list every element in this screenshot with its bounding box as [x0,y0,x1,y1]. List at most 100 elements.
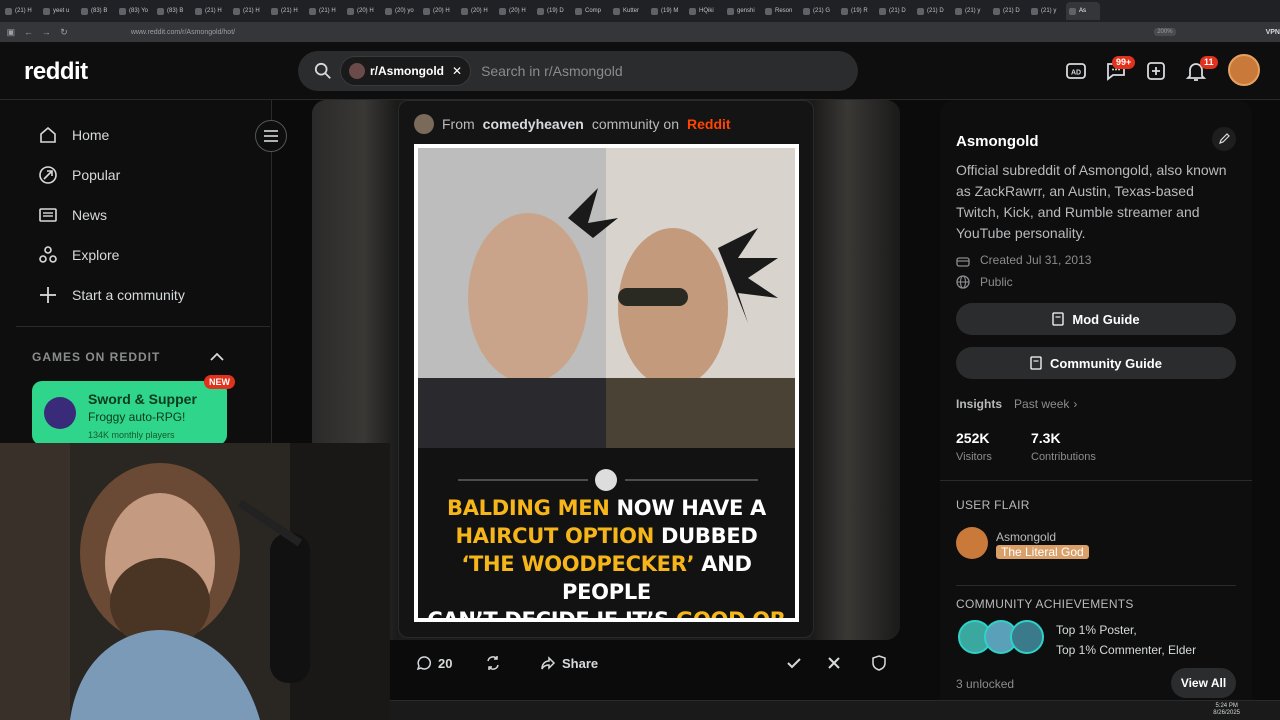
address-bar-row: ▣ ← → ↻ www.reddit.com/r/Asmongold/hot/ … [0,22,1280,42]
browser-tab[interactable]: (83) B [154,2,190,20]
clear-chip-icon[interactable]: ✕ [452,64,462,78]
game-card[interactable]: Sword & Supper Froggy auto-RPG! 134K mon… [32,375,235,445]
game-icon [44,397,76,429]
url-field[interactable]: www.reddit.com/r/Asmongold/hot/ [131,29,1012,36]
tab-favicon-icon [727,7,734,15]
browser-tab[interactable]: (21) H [192,2,228,20]
browser-tab[interactable]: (21) y [1028,2,1064,20]
advertise-icon[interactable]: AD [1064,59,1088,83]
tab-label: HQiki [699,8,714,14]
tab-label: (83) B [91,8,108,14]
sidebar-item-explore[interactable]: Explore [38,245,119,265]
vpn-button[interactable]: VPN [1266,29,1280,36]
community-guide-button[interactable]: Community Guide [956,347,1236,379]
browser-tab[interactable]: (20) H [496,2,532,20]
forward-icon[interactable]: → [39,25,53,39]
browser-tab[interactable]: (21) y [952,2,988,20]
flair-tag[interactable]: The Literal God [996,545,1089,559]
home-icon [40,126,56,143]
sidebar-item-label: Home [72,127,110,143]
popular-icon [39,166,57,184]
sidebar-item-home[interactable]: Home [38,125,109,145]
insights-period[interactable]: Past week [1014,397,1069,411]
remove-button[interactable] [819,648,849,678]
browser-tab[interactable]: (21) H [268,2,304,20]
browser-tab[interactable]: (20) H [344,2,380,20]
search-bar[interactable]: r/Asmongold ✕ Search in r/Asmongold [298,51,858,91]
browser-tab[interactable]: As [1066,2,1100,20]
source-community-link[interactable]: comedyheaven [483,116,584,132]
tab-label: (21) D [927,8,944,14]
browser-tab[interactable]: Kutter [610,2,646,20]
community-avatar [414,114,434,134]
achievement-badge-icon[interactable] [1010,620,1044,654]
game-players: 134K monthly players [88,430,175,440]
browser-tab[interactable]: (20) yo [382,2,418,20]
browser-tab[interactable]: (19) D [534,2,570,20]
user-avatar[interactable] [1228,54,1260,86]
browser-tab[interactable]: (21) H [230,2,266,20]
tab-label: (21) D [1003,8,1020,14]
approve-button[interactable] [779,648,809,678]
tab-label: (21) y [965,8,981,14]
insights-row[interactable]: Insights Past week › [956,397,1077,411]
chevron-up-icon[interactable] [210,352,224,361]
taskbar-clock[interactable]: 5:24 PM 8/26/2025 [1213,703,1240,717]
tab-favicon-icon [5,7,12,15]
browser-tab[interactable]: (21) H [2,2,38,20]
post-image[interactable]: BALDING MEN NOW HAVE A HAIRCUT OPTION DU… [414,144,799,622]
browser-tab[interactable]: Reson [762,2,798,20]
browser-tab[interactable]: (21) H [306,2,342,20]
menu-icon [264,130,278,142]
crosspost-button[interactable] [478,648,508,678]
tab-favicon-icon [81,7,88,15]
browser-tab[interactable]: (21) G [800,2,836,20]
zoom-indicator[interactable]: 200% [1154,28,1176,36]
browser-tab[interactable]: genshi [724,2,760,20]
create-post-icon[interactable] [1144,59,1168,83]
browser-tab[interactable]: (19) M [648,2,684,20]
sidebar-item-news[interactable]: News [38,205,107,225]
edit-community-button[interactable] [1212,127,1236,151]
share-button[interactable]: Share [528,648,610,678]
browser-tab[interactable]: Comp [572,2,608,20]
tab-favicon-icon [917,7,924,15]
browser-tab[interactable]: (21) D [876,2,912,20]
view-all-button[interactable]: View All [1171,668,1236,698]
tab-label: (21) G [813,8,831,14]
tab-label: (21) D [889,8,906,14]
sidebar-toggle-icon[interactable]: ▣ [4,25,18,39]
sidebar-item-start-community[interactable]: Start a community [38,285,185,305]
contributions-stat: 7.3K Contributions [1031,430,1096,463]
browser-tab[interactable]: (21) D [990,2,1026,20]
sidebar-item-popular[interactable]: Popular [38,165,120,185]
shield-icon [872,655,886,671]
tab-favicon-icon [461,7,468,15]
post-headline: BALDING MEN NOW HAVE A HAIRCUT OPTION DU… [427,496,786,618]
mod-shield-button[interactable] [864,648,894,678]
browser-tab[interactable]: (20) H [420,2,456,20]
browser-tab[interactable]: yeet u [40,2,76,20]
comments-button[interactable]: 20 [404,648,464,678]
browser-tab[interactable]: (19) R [838,2,874,20]
browser-tab[interactable]: HQiki [686,2,722,20]
game-title: Sword & Supper [88,391,197,407]
subreddit-search-chip[interactable]: r/Asmongold ✕ [340,56,472,86]
reload-icon[interactable]: ↻ [57,25,71,39]
post-action-bar: 20 Share [390,640,910,686]
back-icon[interactable]: ← [22,25,36,39]
games-section-heading[interactable]: GAMES ON REDDIT [32,350,160,364]
tab-favicon-icon [1069,7,1076,15]
browser-tab[interactable]: (83) Yo [116,2,152,20]
browser-tab[interactable]: (21) D [914,2,950,20]
reddit-logo[interactable]: reddit [24,58,88,86]
search-input[interactable]: Search in r/Asmongold [481,63,623,79]
mod-guide-button[interactable]: Mod Guide [956,303,1236,335]
collapse-sidebar-button[interactable] [255,120,287,152]
tab-favicon-icon [499,7,506,15]
chat-badge: 99+ [1112,56,1136,69]
browser-tab[interactable]: (20) H [458,2,494,20]
source-platform-link[interactable]: Reddit [687,116,731,132]
subreddit-chip-label: r/Asmongold [370,64,444,78]
browser-tab[interactable]: (83) B [78,2,114,20]
